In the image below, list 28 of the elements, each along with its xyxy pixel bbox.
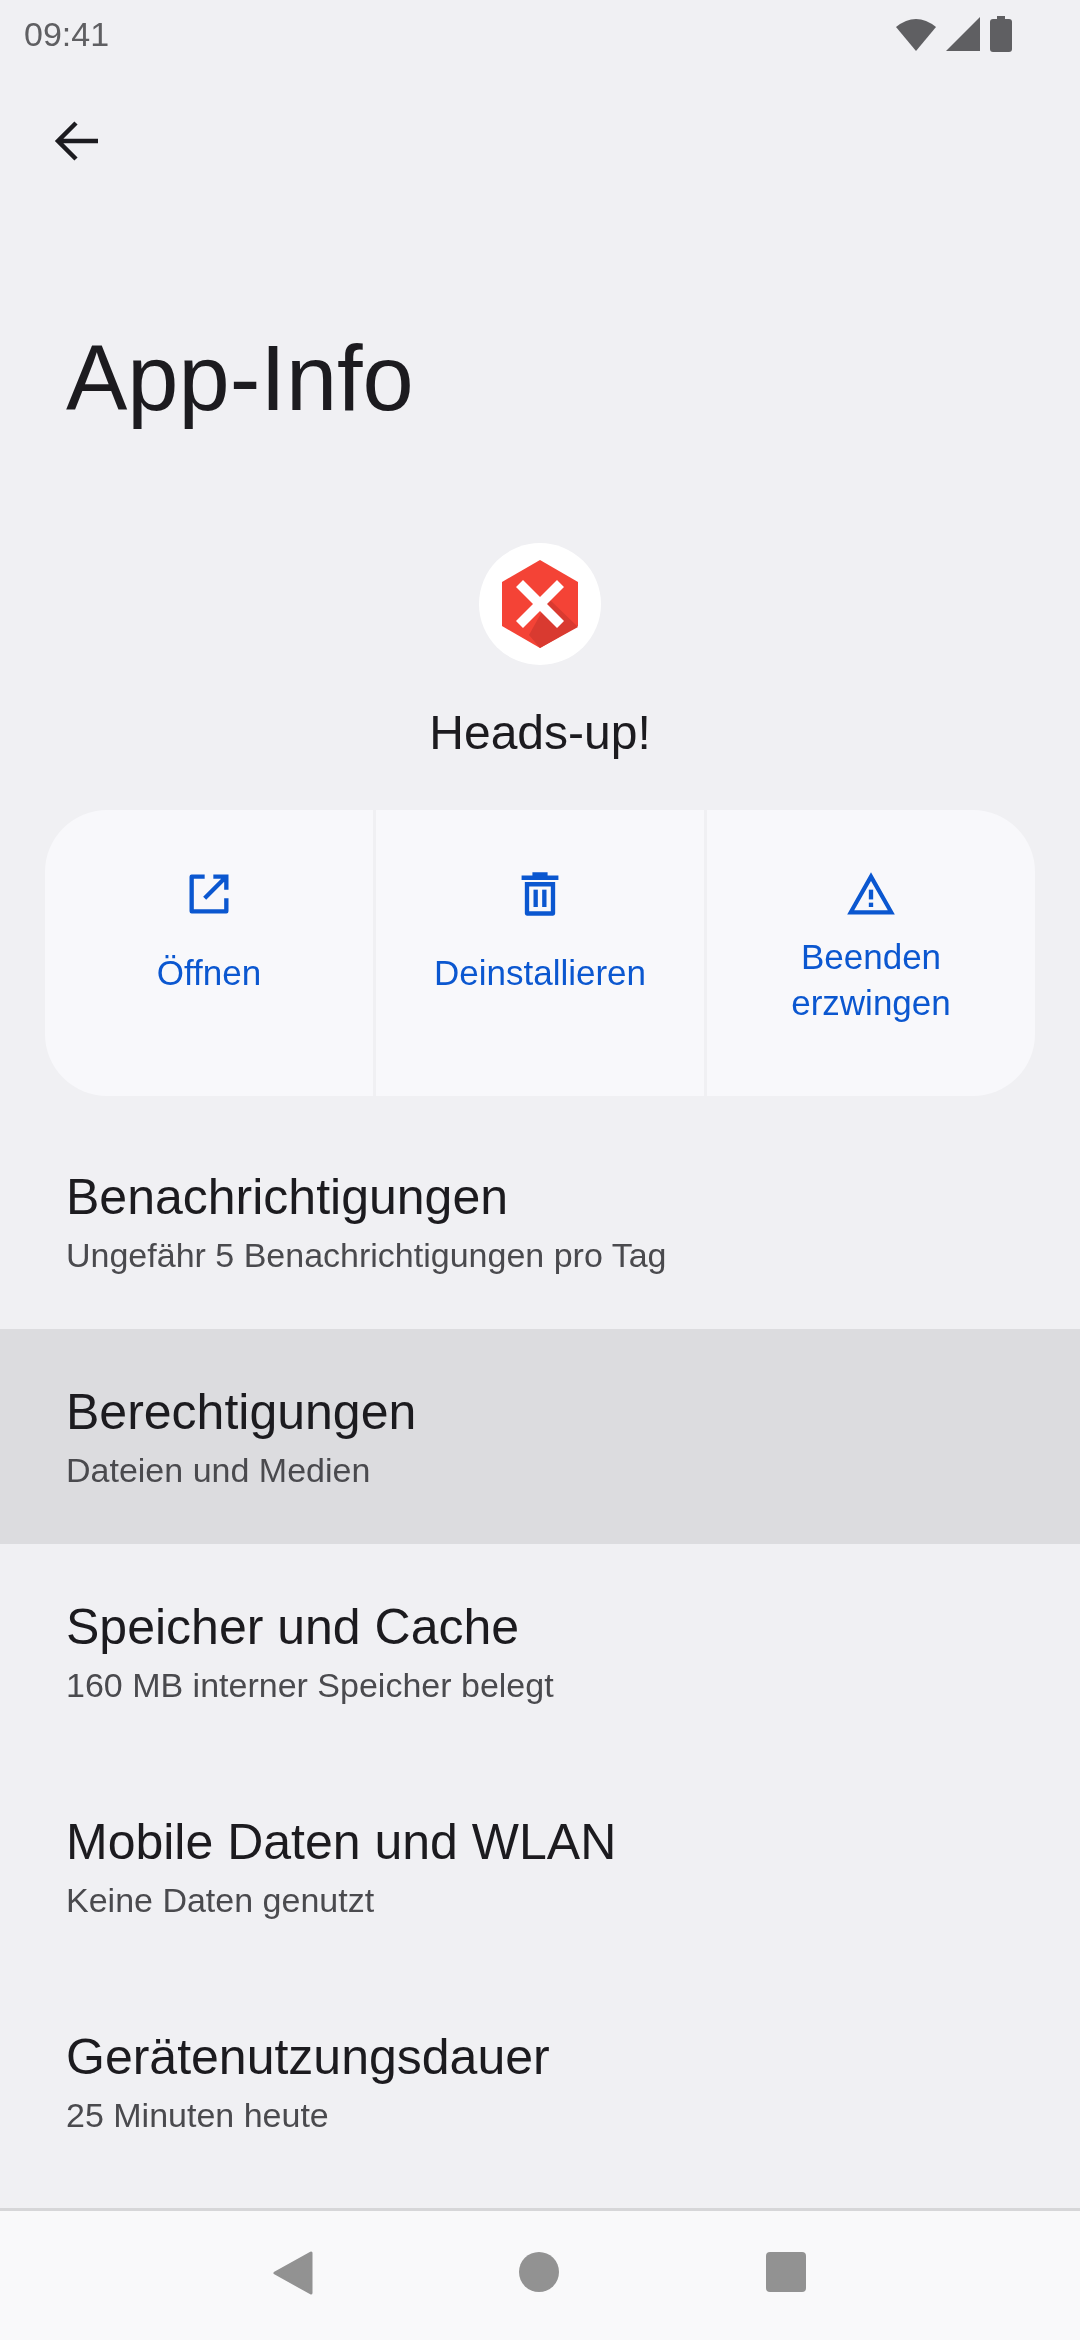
settings-item[interactable]: Mobile Daten und WLAN Keine Daten genutzt	[0, 1759, 1080, 1975]
settings-item[interactable]: Gerätenutzungsdauer 25 Minuten heute	[0, 1974, 1080, 2190]
item-subtitle: 160 MB interner Speicher belegt	[66, 1666, 555, 1706]
item-title: Gerätenutzungsdauer	[66, 2028, 551, 2087]
item-subtitle: Ungefähr 5 Benachrichtigungen pro Tag	[66, 1236, 668, 1276]
item-subtitle: 25 Minuten heute	[66, 2096, 330, 2136]
battery-icon	[990, 16, 1012, 52]
external-link-button[interactable]: Öffnen	[45, 810, 373, 1097]
item-title: Benachrichtigungen	[66, 1168, 509, 1227]
item-title: Berechtigungen	[66, 1383, 418, 1442]
wifi-icon	[896, 17, 936, 51]
back-nav-button[interactable]	[272, 2251, 313, 2295]
page-title: App-Info	[66, 328, 415, 430]
settings-item[interactable]: Berechtigungen Dateien und Medien	[0, 1329, 1080, 1545]
app-name: Heads-up!	[428, 705, 652, 761]
home-button[interactable]	[518, 2251, 560, 2293]
recents-button[interactable]	[765, 2251, 808, 2293]
signal-icon	[946, 17, 980, 51]
item-title: Mobile Daten und WLAN	[66, 1813, 618, 1872]
trash-button[interactable]: Deinstallieren	[376, 810, 704, 1097]
settings-item[interactable]: Speicher und Cache 160 MB interner Speicher belegt	[0, 1544, 1080, 1760]
item-subtitle: Dateien und Medien	[66, 1451, 372, 1491]
status-time: 09:41	[24, 14, 110, 54]
app-icon	[479, 543, 601, 666]
warning-button[interactable]: Beenden erzwingen	[707, 810, 1035, 1097]
settings-item[interactable]: Benachrichtigungen Ungefähr 5 Benachrichtigungen pro Tag	[0, 1114, 1080, 1330]
item-subtitle: Keine Daten genutzt	[66, 1881, 376, 1921]
item-title: Speicher und Cache	[66, 1598, 521, 1657]
